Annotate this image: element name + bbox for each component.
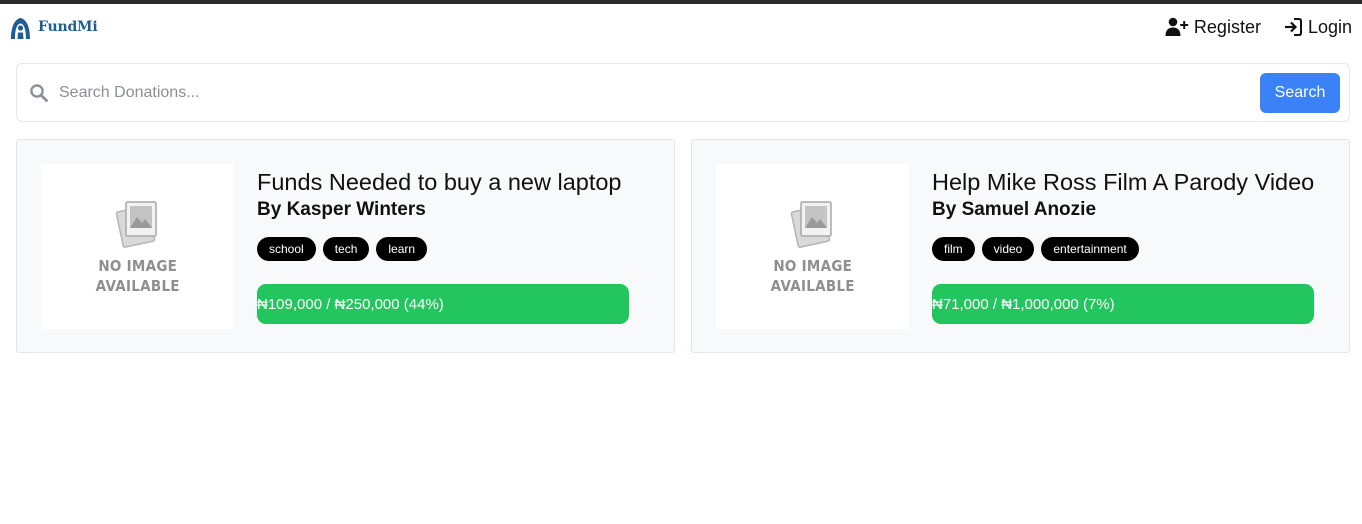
user-plus-icon xyxy=(1165,17,1189,36)
sign-in-icon xyxy=(1284,18,1302,36)
campaign-title[interactable]: Help Mike Ross Film A Parody Video xyxy=(932,167,1314,197)
tag-list: school tech learn xyxy=(257,237,629,261)
register-link[interactable]: Register xyxy=(1165,17,1261,38)
fundmi-logo-icon xyxy=(11,17,30,39)
no-image-placeholder: NO IMAGE AVAILABLE xyxy=(716,164,909,329)
campaign-list: NO IMAGE AVAILABLE Funds Needed to buy a… xyxy=(16,139,1350,353)
search-bar: Search xyxy=(16,63,1350,122)
progress-text: ₦109,000 / ₦250,000 (44%) xyxy=(257,295,444,313)
login-link[interactable]: Login xyxy=(1283,17,1352,38)
navbar: FundMi Register Login xyxy=(0,4,1362,50)
nav-links: Register Login xyxy=(1165,17,1352,38)
tag[interactable]: learn xyxy=(376,237,428,261)
brand-name: FundMi xyxy=(38,19,98,35)
campaign-title[interactable]: Funds Needed to buy a new laptop xyxy=(257,167,629,197)
no-image-text: NO IMAGE AVAILABLE xyxy=(770,256,855,295)
funding-progress: ₦109,000 / ₦250,000 (44%) xyxy=(257,284,629,324)
brand-link[interactable]: FundMi xyxy=(7,14,98,41)
campaign-card[interactable]: NO IMAGE AVAILABLE Help Mike Ross Film A… xyxy=(691,139,1350,353)
no-image-placeholder: NO IMAGE AVAILABLE xyxy=(41,164,234,329)
search-icon xyxy=(30,83,48,102)
tag[interactable]: school xyxy=(257,237,316,261)
tag[interactable]: tech xyxy=(322,237,370,261)
photo-placeholder-icon xyxy=(115,200,157,248)
campaign-author: By Kasper Winters xyxy=(257,199,426,220)
tag[interactable]: film xyxy=(932,237,975,261)
tag[interactable]: entertainment xyxy=(1041,237,1139,261)
campaign-author: By Samuel Anozie xyxy=(932,199,1097,220)
progress-text: ₦71,000 / ₦1,000,000 (7%) xyxy=(932,295,1115,313)
no-image-text: NO IMAGE AVAILABLE xyxy=(95,256,180,295)
tag-list: film video entertainment xyxy=(932,237,1314,261)
campaign-body: Help Mike Ross Film A Parody Video By Sa… xyxy=(932,164,1315,328)
register-label: Register xyxy=(1193,16,1261,37)
tag[interactable]: video xyxy=(981,237,1035,261)
photo-placeholder-icon xyxy=(790,200,832,248)
campaign-body: Funds Needed to buy a new laptop By Kasp… xyxy=(257,164,629,328)
search-button[interactable]: Search xyxy=(1260,72,1340,113)
campaign-card[interactable]: NO IMAGE AVAILABLE Funds Needed to buy a… xyxy=(16,139,675,353)
search-input[interactable] xyxy=(59,74,1260,111)
funding-progress: ₦71,000 / ₦1,000,000 (7%) xyxy=(932,284,1315,324)
login-label: Login xyxy=(1307,16,1352,37)
